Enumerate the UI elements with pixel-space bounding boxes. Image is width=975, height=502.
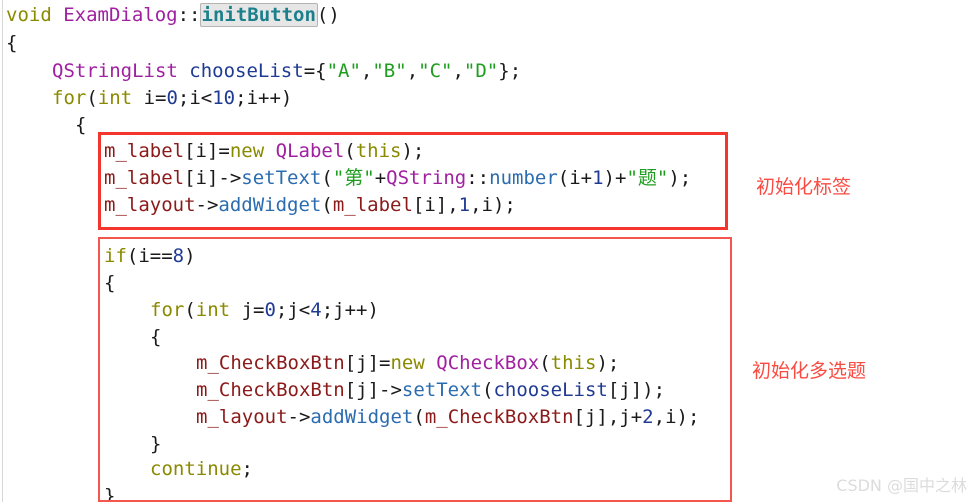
- token-brace-open: {: [6, 32, 18, 54]
- code-line-5[interactable]: {: [75, 112, 86, 139]
- token-string-d: "D": [463, 60, 499, 82]
- token-incr: ;i++): [235, 87, 293, 109]
- token-var-i: i=: [143, 87, 167, 109]
- code-line-4[interactable]: for(int i=0;i<10;i++): [52, 85, 292, 112]
- token-type-examdialog: ExamDialog: [63, 4, 178, 26]
- token-highlight-initbutton[interactable]: initButton: [199, 3, 318, 27]
- code-line-3[interactable]: QStringList chooseList={"A","B","C","D"}…: [52, 58, 521, 85]
- token-keyword-for: for: [52, 87, 87, 109]
- token-parens: (): [316, 4, 340, 26]
- token-assign: ={: [303, 60, 327, 82]
- token-brace-close-semi: };: [498, 60, 522, 82]
- highlight-box-init-checkbox: [98, 237, 732, 502]
- highlight-box-init-labels: [98, 132, 728, 230]
- token-comma: ,: [406, 60, 419, 82]
- code-line-2[interactable]: {: [6, 30, 17, 57]
- token-string-b: "B": [372, 60, 407, 82]
- token-scope-operator: ::: [177, 4, 201, 26]
- token-string-a: "A": [326, 60, 361, 82]
- annotation-init-labels: 初始化标签: [756, 176, 852, 198]
- token-number-10: 10: [212, 87, 236, 109]
- token-comma: ,: [452, 60, 464, 82]
- token-number-0: 0: [166, 87, 178, 109]
- token-keyword-void: void: [6, 4, 52, 26]
- code-screenshot: void ExamDialog::initButton() { QStringL…: [0, 0, 975, 502]
- token-var-chooselist: chooseList: [189, 60, 304, 82]
- annotation-init-checkbox: 初始化多选题: [752, 360, 867, 382]
- token-brace-open: {: [75, 114, 87, 136]
- code-line-1[interactable]: void ExamDialog::initButton(): [6, 2, 340, 29]
- csdn-watermark: CSDN @国中之林: [836, 476, 967, 495]
- token-comma: ,: [360, 60, 373, 82]
- token-semi: ;i<: [177, 87, 213, 109]
- token-paren-open: (: [86, 87, 98, 109]
- token-keyword-int: int: [97, 87, 133, 109]
- token-type-qstringlist: QStringList: [52, 60, 178, 82]
- token-string-c: "C": [418, 60, 453, 82]
